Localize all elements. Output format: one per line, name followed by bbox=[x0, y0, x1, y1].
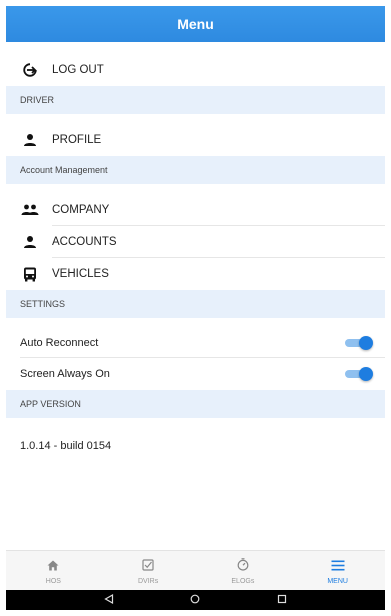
screen-always-on-label: Screen Always On bbox=[20, 368, 110, 380]
logout-item[interactable]: LOG OUT bbox=[6, 54, 385, 86]
checkbox-icon bbox=[142, 558, 154, 576]
sidebar-item-vehicles[interactable]: VEHICLES bbox=[6, 258, 385, 290]
tab-elogs-label: ELOGs bbox=[231, 577, 255, 585]
setting-auto-reconnect: Auto Reconnect bbox=[20, 328, 385, 358]
section-driver-label: DRIVER bbox=[20, 95, 55, 105]
group-icon bbox=[8, 203, 52, 217]
tab-elogs[interactable]: ELOGs bbox=[196, 551, 291, 591]
bottom-tab-bar: HOS DVIRs ELOGs MENU bbox=[6, 550, 385, 591]
stopwatch-icon bbox=[237, 557, 249, 576]
company-label: COMPANY bbox=[52, 203, 110, 216]
section-settings: SETTINGS bbox=[6, 290, 385, 318]
tab-hos-label: HOS bbox=[45, 577, 61, 585]
person-icon bbox=[8, 133, 52, 147]
screen-always-on-toggle[interactable] bbox=[345, 367, 373, 381]
vehicles-label: VEHICLES bbox=[52, 268, 109, 280]
section-app-version-label: APP VERSION bbox=[20, 399, 81, 409]
section-driver: DRIVER bbox=[6, 86, 385, 114]
tab-hos[interactable]: HOS bbox=[6, 551, 101, 591]
tab-dvirs-label: DVIRs bbox=[138, 577, 159, 585]
auto-reconnect-label: Auto Reconnect bbox=[20, 336, 99, 349]
auto-reconnect-toggle[interactable] bbox=[345, 335, 373, 350]
logout-icon bbox=[8, 62, 52, 78]
setting-screen-always-on: Screen Always On bbox=[20, 359, 385, 389]
section-settings-label: SETTINGS bbox=[20, 299, 66, 309]
app-version-value: 1.0.14 - build 0154 bbox=[20, 440, 112, 452]
sidebar-item-company[interactable]: COMPANY bbox=[6, 194, 385, 226]
app-frame: Menu LOG OUT DRIVER PROFILE Account Mana… bbox=[6, 6, 385, 610]
profile-label: PROFILE bbox=[52, 134, 102, 146]
page-title: Menu bbox=[177, 16, 214, 32]
section-account-label: Account Management bbox=[20, 165, 108, 175]
app-header: Menu bbox=[6, 6, 385, 42]
tab-menu-label: MENU bbox=[327, 577, 348, 585]
person-icon bbox=[8, 235, 52, 249]
tab-dvirs[interactable]: DVIRs bbox=[101, 551, 196, 591]
bus-icon bbox=[8, 267, 52, 282]
accounts-label: ACCOUNTS bbox=[52, 235, 117, 248]
back-icon[interactable] bbox=[104, 591, 114, 609]
recents-icon[interactable] bbox=[277, 591, 287, 609]
home-circle-icon[interactable] bbox=[190, 591, 200, 609]
tab-menu[interactable]: MENU bbox=[290, 551, 385, 591]
system-nav-bar bbox=[6, 590, 385, 610]
sidebar-item-accounts[interactable]: ACCOUNTS bbox=[6, 226, 385, 258]
home-icon bbox=[47, 558, 59, 576]
section-account-management: Account Management bbox=[6, 156, 385, 184]
logout-label: LOG OUT bbox=[52, 64, 104, 76]
section-app-version: APP VERSION bbox=[6, 390, 385, 418]
sidebar-item-profile[interactable]: PROFILE bbox=[6, 124, 385, 156]
hamburger-icon bbox=[331, 558, 345, 576]
